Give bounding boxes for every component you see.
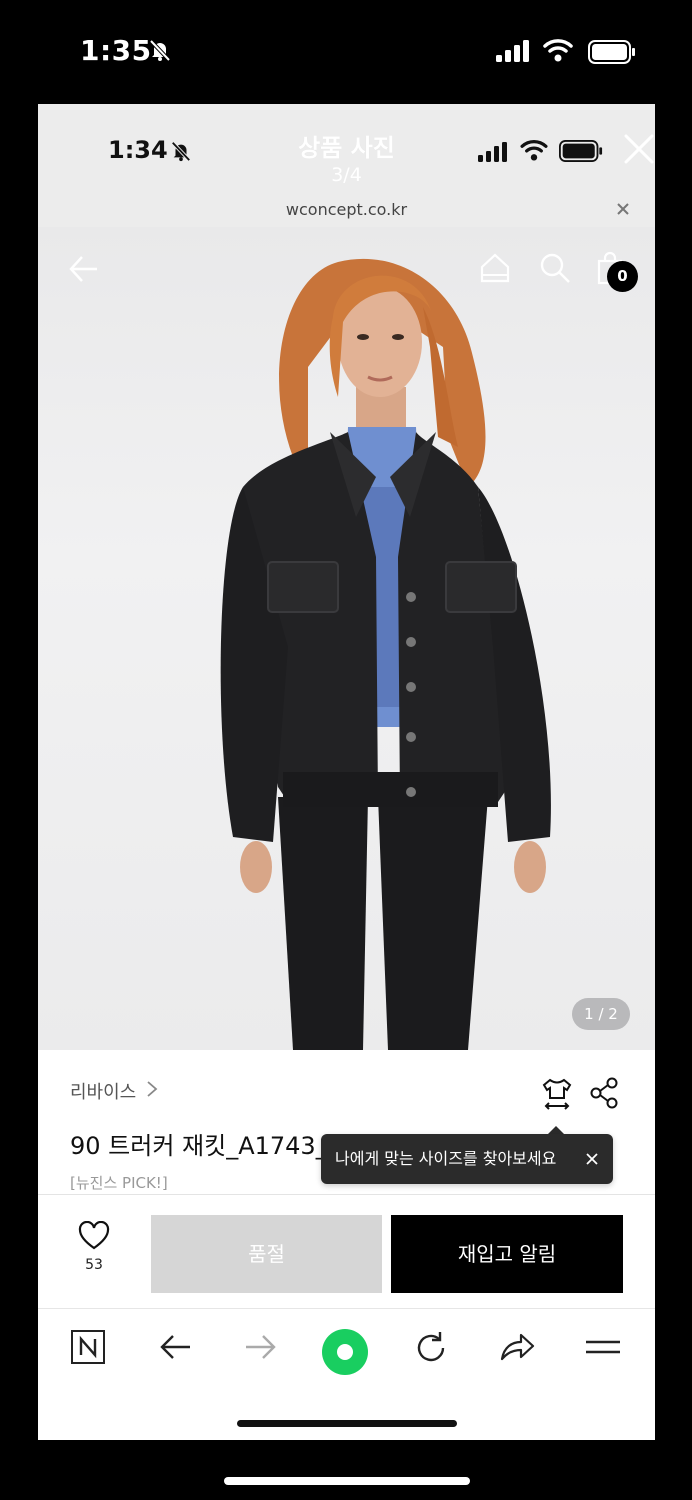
cart-count-badge: 0 [607,261,638,292]
cell-signal-icon [496,40,529,62]
page-url: wconcept.co.kr [285,200,408,219]
screenshot-viewer: 1:34 상품 사진 3/4 wconcept.co.kr 0 1 / 2 리바… [38,104,655,1440]
share-arrow-icon[interactable] [498,1329,536,1365]
outer-home-indicator [224,1477,470,1485]
home-indicator [237,1420,457,1427]
chevron-right-icon [147,1081,158,1097]
image-counter: 1 / 2 [572,998,630,1030]
size-guide-icon[interactable] [540,1076,574,1112]
battery-icon [559,140,603,162]
purchase-action-bar: 53 품절 재입고 알림 [38,1194,655,1308]
size-tooltip[interactable]: 나에게 맞는 사이즈를 찾아보세요 [321,1134,613,1184]
sold-out-button[interactable]: 품절 [151,1215,382,1293]
restock-alert-button[interactable]: 재입고 알림 [391,1215,623,1293]
menu-icon[interactable] [584,1329,622,1365]
home-icon[interactable] [478,251,512,285]
viewer-page-counter: 3/4 [331,164,362,186]
heart-icon [78,1220,110,1250]
outer-status-time: 1:35 [80,34,152,67]
viewer-header: 1:34 상품 사진 3/4 wconcept.co.kr [38,104,655,227]
search-icon[interactable] [538,251,572,285]
cell-signal-icon [478,142,507,162]
naver-n-icon[interactable] [70,1329,106,1365]
battery-icon [588,40,635,64]
bell-muted-icon [149,39,171,62]
green-dot-icon[interactable] [321,1328,369,1376]
wifi-icon [520,140,548,161]
browser-toolbar [38,1308,655,1440]
share-icon[interactable] [588,1076,620,1110]
forward-arrow-icon[interactable] [242,1329,278,1365]
refresh-icon[interactable] [412,1329,450,1367]
product-image[interactable]: 0 1 / 2 [38,227,655,1050]
size-tooltip-text: 나에게 맞는 사이즈를 찾아보세요 [335,1149,557,1168]
outer-status-bar: 1:35 [0,0,692,104]
back-arrow-icon[interactable] [158,1329,194,1365]
model-photo [220,258,551,1050]
brand-link[interactable]: 리바이스 [70,1078,136,1104]
close-icon[interactable] [585,1152,599,1166]
url-close-icon[interactable] [614,200,632,218]
back-arrow-icon[interactable] [66,251,102,287]
close-icon[interactable] [622,132,655,166]
wifi-icon [543,39,573,62]
product-tag: [뉴진스 PICK!] [70,1174,168,1192]
like-count: 53 [85,1257,103,1273]
product-info: 리바이스 90 트러커 재킷_A1743_0013 [뉴진스 PICK!] 나에… [38,1050,655,1194]
like-button[interactable]: 53 [72,1220,116,1273]
